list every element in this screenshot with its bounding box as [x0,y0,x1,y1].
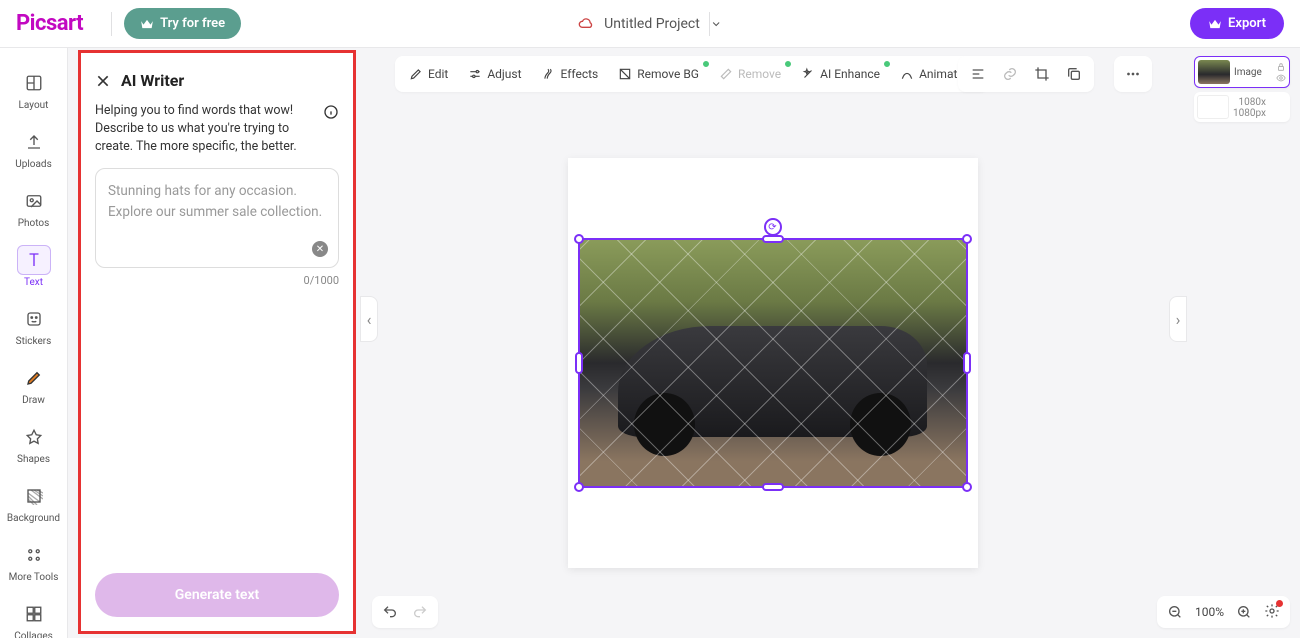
canvas-area[interactable]: ⟳ [360,48,1185,638]
layer-thumbnail [1198,60,1230,84]
redo-button[interactable] [412,604,428,620]
background-icon [25,487,43,505]
crown-icon [1208,18,1222,30]
undo-button[interactable] [382,604,398,620]
resize-handle-bl[interactable] [574,482,584,492]
canvas[interactable]: ⟳ [568,158,978,568]
logo: Picsart [16,11,83,36]
sidebar-item-layout[interactable]: Layout [6,60,62,119]
divider [111,12,112,36]
sidebar-item-shapes[interactable]: Shapes [6,414,62,473]
layout-icon [25,74,43,92]
zoom-in-button[interactable] [1236,604,1252,620]
left-sidebar: Layout Uploads Photos Text Stickers Draw… [0,48,68,638]
collapse-right-panel[interactable]: › [1169,296,1187,342]
zoom-level: 100% [1195,605,1224,619]
generate-text-button[interactable]: Generate text [95,573,339,617]
sidebar-item-stickers[interactable]: Stickers [6,296,62,355]
layer-image[interactable]: Image [1194,56,1290,88]
clear-input-icon[interactable]: ✕ [312,241,328,257]
export-label: Export [1228,16,1266,31]
resize-handle-tl[interactable] [574,234,584,244]
layers-panel: Image 1080x 1080px [1194,56,1290,126]
project-name-area[interactable]: Untitled Project [578,16,722,32]
crown-icon [140,18,154,30]
close-icon[interactable] [95,73,111,89]
zoom-bar: 100% [1157,596,1290,628]
sidebar-item-draw[interactable]: Draw [6,355,62,414]
try-label: Try for free [160,16,225,31]
stickers-icon [25,310,43,328]
eye-icon[interactable] [1276,73,1286,83]
project-name: Untitled Project [604,16,700,32]
ai-writer-panel: AI Writer Helping you to find words that… [78,50,356,634]
collages-icon [25,605,43,623]
cloud-icon [578,16,594,32]
upload-icon [25,133,43,151]
ai-writer-title: AI Writer [121,71,184,90]
layer-label: Image [1234,67,1262,78]
draw-icon [25,369,43,387]
lock-icon[interactable] [1276,62,1286,72]
shapes-icon [25,428,43,446]
info-icon[interactable] [323,104,339,120]
image-content [580,240,966,486]
photos-icon [25,192,43,210]
resize-handle-l[interactable] [575,352,583,374]
sidebar-item-photos[interactable]: Photos [6,178,62,237]
chevron-down-icon[interactable] [710,18,722,30]
ai-prompt-input[interactable]: Stunning hats for any occasion. Explore … [95,168,339,268]
sidebar-item-moretools[interactable]: More Tools [6,532,62,591]
notification-dot [1276,600,1283,607]
resize-handle-tr[interactable] [962,234,972,244]
layer-background[interactable]: 1080x 1080px [1194,92,1290,122]
export-button[interactable]: Export [1190,8,1284,39]
text-icon [25,251,43,269]
top-bar: Picsart Try for free Untitled Project Ex… [0,0,1300,48]
layer-thumbnail [1197,95,1229,119]
try-for-free-button[interactable]: Try for free [124,8,241,39]
layer-controls [1276,62,1286,83]
sidebar-item-background[interactable]: Background [6,473,62,532]
character-counter: 0/1000 [95,274,339,287]
layer-dimensions: 1080x 1080px [1233,97,1270,119]
watermark-overlay [580,240,966,486]
sidebar-item-uploads[interactable]: Uploads [6,119,62,178]
sidebar-item-text[interactable]: Text [6,237,62,296]
resize-handle-br[interactable] [962,482,972,492]
rotate-handle[interactable]: ⟳ [764,218,782,236]
ai-placeholder: Stunning hats for any occasion. Explore … [108,181,326,222]
resize-handle-r[interactable] [963,352,971,374]
selected-image[interactable]: ⟳ [578,238,968,488]
ai-writer-description: Helping you to find words that wow! Desc… [95,102,315,156]
zoom-out-button[interactable] [1167,604,1183,620]
settings-button[interactable] [1264,603,1280,622]
sidebar-item-collages[interactable]: Collages [6,591,62,638]
moretools-icon [25,546,43,564]
resize-handle-b[interactable] [762,483,784,491]
undo-redo-bar [372,596,438,628]
collapse-left-panel[interactable]: ‹ [360,296,378,342]
resize-handle-t[interactable] [762,235,784,243]
